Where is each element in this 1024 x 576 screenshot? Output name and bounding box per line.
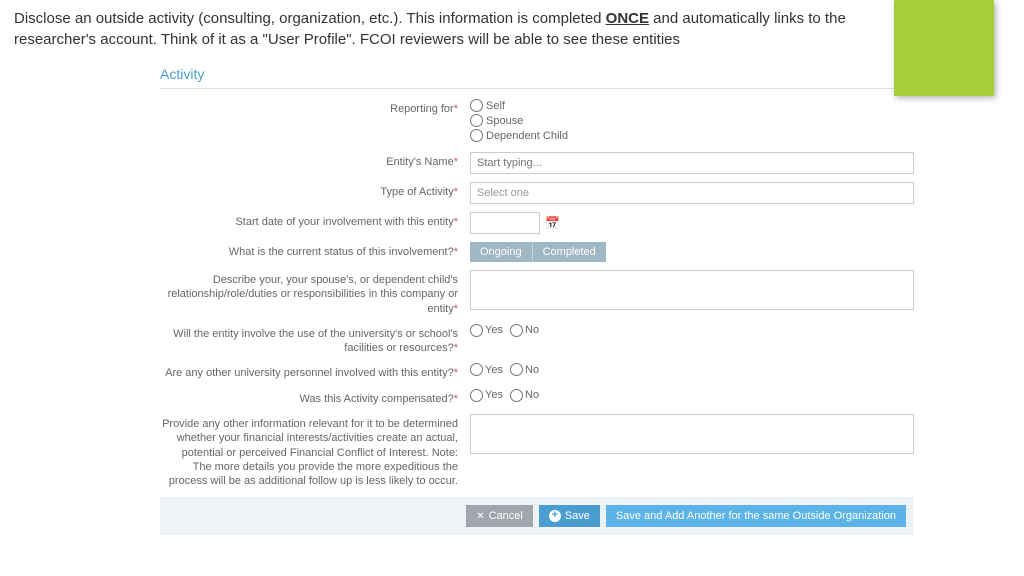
radio-self[interactable] (470, 99, 483, 112)
radio-facilities-yes[interactable] (470, 324, 483, 337)
button-bar: Cancel +Save Save and Add Another for th… (160, 497, 914, 535)
activity-form: Activity Reporting for* Self Spouse Depe… (160, 60, 914, 535)
label-status: What is the current status of this invol… (160, 242, 470, 262)
radio-spouse[interactable] (470, 114, 483, 127)
label-compensated: Was this Activity compensated?* (160, 389, 470, 406)
calendar-icon[interactable]: 📅 (545, 216, 560, 230)
start-date-input[interactable] (470, 212, 540, 234)
entity-name-input[interactable] (470, 152, 914, 174)
other-info-textarea[interactable] (470, 414, 914, 454)
radio-personnel-yes[interactable] (470, 363, 483, 376)
radio-personnel-no[interactable] (510, 363, 523, 376)
label-entity-name: Entity's Name* (160, 152, 470, 174)
instructions-text: Disclose an outside activity (consulting… (0, 0, 920, 50)
label-other-info: Provide any other information relevant f… (160, 414, 470, 488)
cancel-button[interactable]: Cancel (466, 505, 533, 527)
green-decorative-tab (894, 0, 994, 96)
label-reporting-for: Reporting for* (160, 99, 470, 144)
status-completed-button[interactable]: Completed (532, 242, 606, 262)
save-button[interactable]: +Save (539, 505, 600, 527)
label-start-date: Start date of your involvement with this… (160, 212, 470, 234)
radio-compensated-yes[interactable] (470, 389, 483, 402)
status-ongoing-button[interactable]: Ongoing (470, 242, 532, 262)
radio-compensated-no[interactable] (510, 389, 523, 402)
label-facilities: Will the entity involve the use of the u… (160, 324, 470, 356)
label-type-activity: Type of Activity* (160, 182, 470, 204)
save-add-another-button[interactable]: Save and Add Another for the same Outsid… (606, 505, 906, 527)
close-icon (476, 510, 484, 522)
radio-dependent-child[interactable] (470, 129, 483, 142)
type-activity-select[interactable]: Select one (470, 182, 914, 204)
section-heading: Activity (160, 60, 914, 89)
radio-facilities-no[interactable] (510, 324, 523, 337)
plus-icon: + (549, 510, 561, 522)
label-describe: Describe your, your spouse's, or depende… (160, 270, 470, 316)
label-personnel: Are any other university personnel invol… (160, 363, 470, 380)
describe-textarea[interactable] (470, 270, 914, 310)
